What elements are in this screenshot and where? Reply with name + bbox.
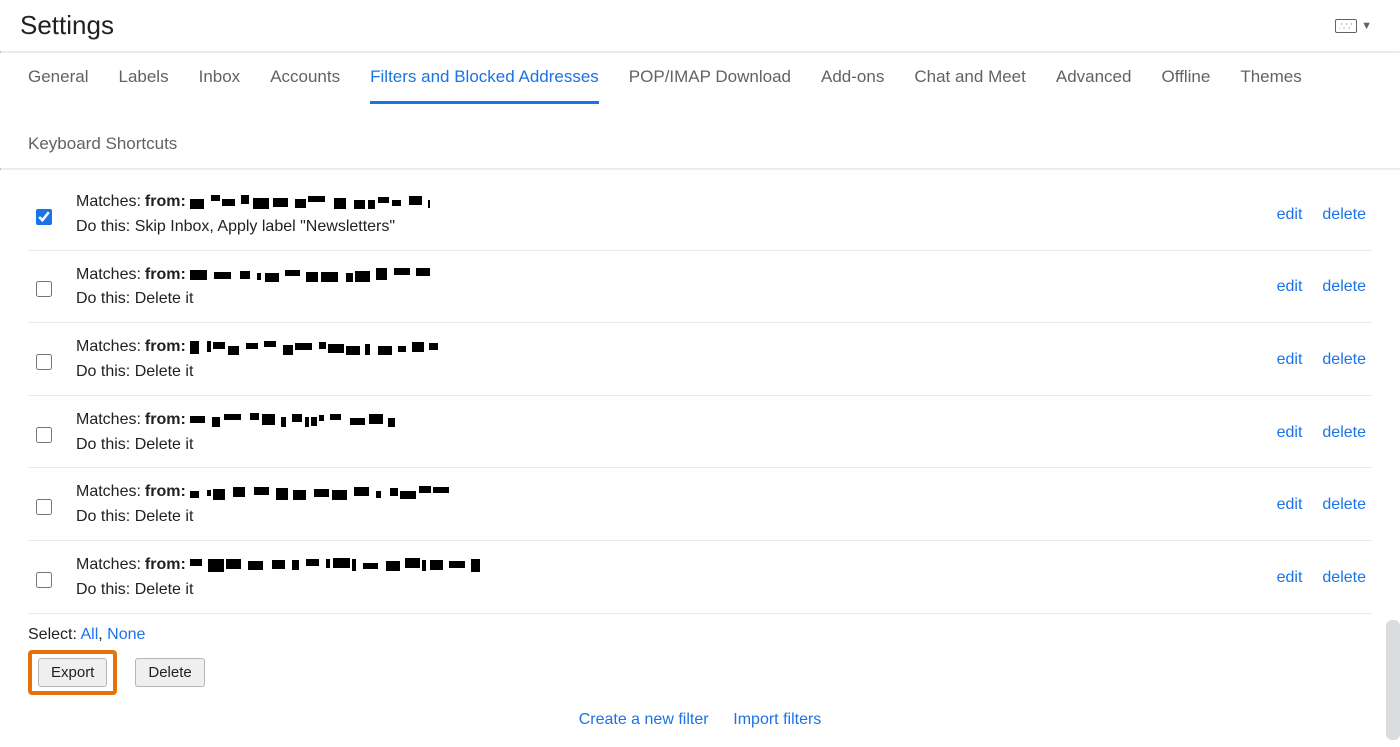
- export-highlight: Export: [28, 650, 117, 695]
- filter-body: Matches: from: Do this: Delete it: [76, 408, 1259, 458]
- filter-row: Matches: from: Do this: Delete it edit dele…: [28, 541, 1372, 614]
- from-label: from:: [145, 190, 186, 215]
- filter-checkbox[interactable]: [36, 499, 52, 515]
- redacted-text: [190, 413, 395, 427]
- delete-link[interactable]: delete: [1322, 206, 1366, 224]
- filter-row: Matches: from: Do this: Skip Inbox, Apply…: [28, 178, 1372, 251]
- select-all-link[interactable]: All: [80, 626, 98, 643]
- filter-action: Delete it: [135, 508, 194, 525]
- filter-row: Matches: from: Do this: Delete it edit dele…: [28, 396, 1372, 469]
- tab-labels[interactable]: Labels: [118, 67, 168, 104]
- filter-body: Matches: from: Do this: Delete it: [76, 335, 1259, 385]
- from-label: from:: [145, 480, 186, 505]
- from-label: from:: [145, 408, 186, 433]
- tab-advanced[interactable]: Advanced: [1056, 67, 1132, 104]
- filter-action: Delete it: [135, 363, 194, 380]
- filter-checkbox[interactable]: [36, 427, 52, 443]
- redacted-text: [190, 195, 430, 209]
- delete-link[interactable]: delete: [1322, 351, 1366, 369]
- delete-link[interactable]: delete: [1322, 278, 1366, 296]
- filter-action: Delete it: [135, 581, 194, 598]
- from-label: from:: [145, 335, 186, 360]
- redacted-text: [190, 268, 430, 282]
- filter-body: Matches: from: Do this: Delete it: [76, 553, 1259, 603]
- filter-checkbox[interactable]: [36, 281, 52, 297]
- scrollbar-thumb[interactable]: [1386, 620, 1400, 740]
- import-filters-link[interactable]: Import filters: [733, 711, 821, 728]
- matches-label: Matches:: [76, 408, 141, 433]
- filter-body: Matches: from: Do this: Delete it: [76, 480, 1259, 530]
- select-label: Select:: [28, 626, 80, 643]
- delete-link[interactable]: delete: [1322, 569, 1366, 587]
- edit-link[interactable]: edit: [1277, 206, 1303, 224]
- filter-row: Matches: from: Do this: Delete it edit dele…: [28, 468, 1372, 541]
- matches-label: Matches:: [76, 335, 141, 360]
- delete-button[interactable]: Delete: [135, 658, 204, 687]
- filter-action: Delete it: [135, 290, 194, 307]
- tab-chat-and-meet[interactable]: Chat and Meet: [914, 67, 1026, 104]
- do-this-label: Do this:: [76, 290, 135, 307]
- filter-body: Matches: from: Do this: Skip Inbox, Apply…: [76, 190, 1259, 240]
- filter-checkbox[interactable]: [36, 209, 52, 225]
- tab-pop-imap-download[interactable]: POP/IMAP Download: [629, 67, 791, 104]
- do-this-label: Do this:: [76, 436, 135, 453]
- select-separator: ,: [98, 626, 107, 643]
- do-this-label: Do this:: [76, 581, 135, 598]
- keyboard-icon: [1335, 19, 1357, 33]
- edit-link[interactable]: edit: [1277, 496, 1303, 514]
- tab-inbox[interactable]: Inbox: [199, 67, 241, 104]
- redacted-text: [190, 558, 480, 572]
- redacted-text: [190, 341, 445, 355]
- tab-add-ons[interactable]: Add-ons: [821, 67, 884, 104]
- edit-link[interactable]: edit: [1277, 569, 1303, 587]
- matches-label: Matches:: [76, 480, 141, 505]
- delete-link[interactable]: delete: [1322, 496, 1366, 514]
- select-none-link[interactable]: None: [107, 626, 145, 643]
- delete-link[interactable]: delete: [1322, 424, 1366, 442]
- tab-themes[interactable]: Themes: [1240, 67, 1301, 104]
- filter-action: Delete it: [135, 436, 194, 453]
- tab-accounts[interactable]: Accounts: [270, 67, 340, 104]
- page-title: Settings: [20, 10, 114, 41]
- create-filter-link[interactable]: Create a new filter: [579, 711, 709, 728]
- from-label: from:: [145, 553, 186, 578]
- chevron-down-icon: ▼: [1361, 20, 1372, 32]
- filter-action: Skip Inbox, Apply label "Newsletters": [135, 218, 395, 235]
- filter-row: Matches: from: Do this: Delete it edit dele…: [28, 323, 1372, 396]
- tab-offline[interactable]: Offline: [1161, 67, 1210, 104]
- do-this-label: Do this:: [76, 218, 135, 235]
- filter-checkbox[interactable]: [36, 354, 52, 370]
- filter-checkbox[interactable]: [36, 572, 52, 588]
- tab-general[interactable]: General: [28, 67, 88, 104]
- matches-label: Matches:: [76, 263, 141, 288]
- matches-label: Matches:: [76, 553, 141, 578]
- redacted-text: [190, 486, 450, 500]
- do-this-label: Do this:: [76, 363, 135, 380]
- do-this-label: Do this:: [76, 508, 135, 525]
- edit-link[interactable]: edit: [1277, 424, 1303, 442]
- matches-label: Matches:: [76, 190, 141, 215]
- edit-link[interactable]: edit: [1277, 351, 1303, 369]
- tab-keyboard-shortcuts[interactable]: Keyboard Shortcuts: [28, 134, 177, 168]
- input-tools-button[interactable]: ▼: [1335, 19, 1372, 33]
- tab-filters-and-blocked-addresses[interactable]: Filters and Blocked Addresses: [370, 67, 599, 104]
- filter-row: Matches: from: Do this: Delete it edit dele…: [28, 251, 1372, 324]
- export-button[interactable]: Export: [38, 658, 107, 687]
- from-label: from:: [145, 263, 186, 288]
- filter-body: Matches: from: Do this: Delete it: [76, 263, 1259, 313]
- edit-link[interactable]: edit: [1277, 278, 1303, 296]
